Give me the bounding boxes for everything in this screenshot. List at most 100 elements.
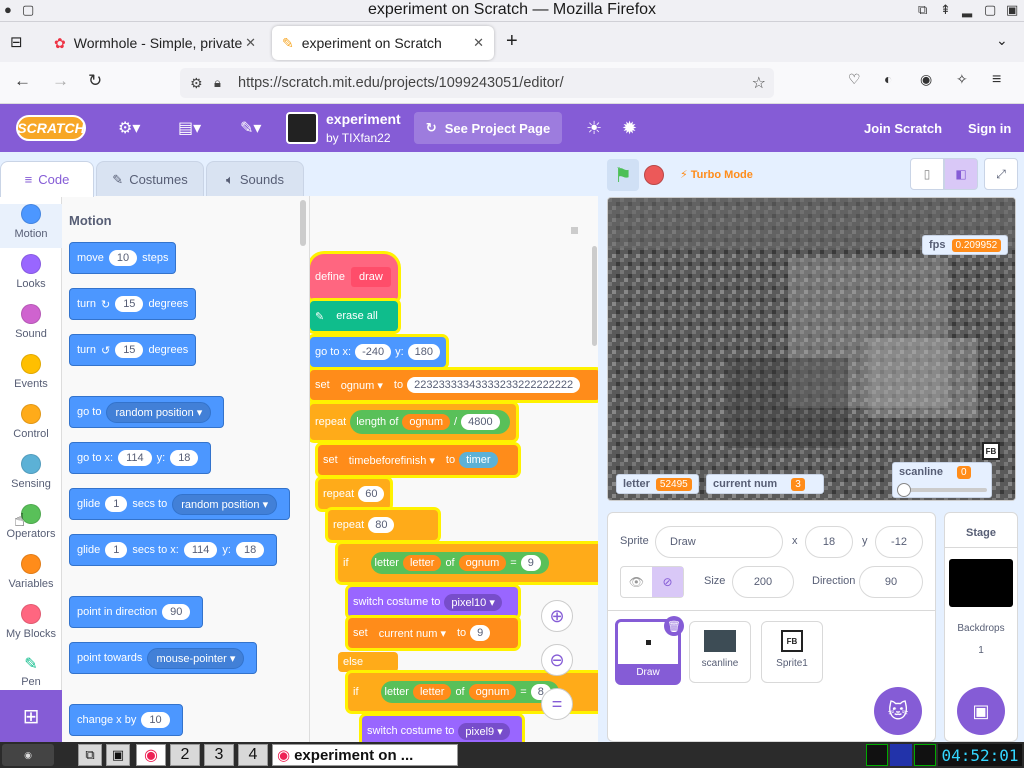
block-go-to[interactable]: go to random position ▾ xyxy=(69,396,225,428)
variable-dropdown[interactable]: ognum ▾ xyxy=(333,376,390,394)
timer-reporter[interactable]: timer xyxy=(459,452,498,468)
variable-dropdown[interactable]: current num ▾ xyxy=(371,624,453,642)
repeat-length-block[interactable]: repeat length of ognum/4800 xyxy=(310,404,516,440)
zoom-reset-button[interactable]: = xyxy=(541,688,573,720)
scanline-slider-thumb[interactable] xyxy=(897,483,911,497)
block-dropdown[interactable]: mouse-pointer ▾ xyxy=(147,647,245,669)
block-input[interactable]: 1 xyxy=(105,542,128,558)
block-input[interactable]: 22323333343333233222222222 xyxy=(407,377,581,393)
fps-monitor[interactable]: fps 0.209952 xyxy=(922,235,1009,255)
tab-costumes[interactable]: ✎ Costumes xyxy=(96,161,204,197)
category-variables[interactable]: Variables xyxy=(0,554,62,590)
category-pen[interactable]: ✎ Pen xyxy=(0,654,62,688)
window-minimize-icon[interactable]: ▂ xyxy=(962,2,972,18)
start-menu-icon[interactable]: ◉ xyxy=(2,744,54,766)
block-input[interactable]: 10 xyxy=(141,712,170,728)
debug-lightbulb-icon[interactable]: ☀ xyxy=(586,104,602,152)
category-motion[interactable]: Motion xyxy=(0,204,62,248)
block-input[interactable]: 4800 xyxy=(461,414,500,430)
backdrop-thumbnail[interactable] xyxy=(949,559,1013,607)
category-my-blocks[interactable]: My Blocks xyxy=(0,604,62,640)
switch-costume-pixel9-block[interactable]: switch costume to pixel9 ▾ xyxy=(362,716,522,742)
forward-icon[interactable]: → xyxy=(52,71,69,91)
window-close-icon[interactable]: ▣ xyxy=(1006,2,1018,18)
erase-all-block[interactable]: ✎ erase all xyxy=(310,301,398,331)
block-dropdown[interactable]: random position ▾ xyxy=(106,401,212,423)
sprite-name-field[interactable]: Draw xyxy=(655,526,783,558)
category-control[interactable]: Control xyxy=(0,404,62,440)
divide-operator[interactable]: length of ognum/4800 xyxy=(350,410,510,434)
zoom-out-button[interactable]: ⊖ xyxy=(541,644,573,676)
block-turn-right[interactable]: turn ↻ 15 degrees xyxy=(69,288,197,320)
window-shade-icon[interactable]: ⇞ xyxy=(940,2,951,18)
costume-dropdown[interactable]: pixel10 ▾ xyxy=(444,593,502,611)
current-num-monitor[interactable]: current num 3 xyxy=(706,474,824,494)
sprite-y-field[interactable]: -12 xyxy=(875,526,923,558)
category-events[interactable]: Events xyxy=(0,354,62,390)
variable-dropdown[interactable]: timebeforefinish ▾ xyxy=(341,451,442,469)
stop-button[interactable] xyxy=(644,165,664,185)
fb-sprite[interactable]: FB xyxy=(982,442,1000,460)
block-glide-to[interactable]: glide 1 secs to random position ▾ xyxy=(69,488,291,520)
join-scratch-link[interactable]: Join Scratch xyxy=(864,104,942,152)
block-input[interactable]: 60 xyxy=(358,486,385,502)
tab-list-icon[interactable]: ⊟ xyxy=(10,33,23,51)
block-dropdown[interactable]: random position ▾ xyxy=(172,493,278,515)
lock-icon[interactable]: 🔒︎ xyxy=(214,75,221,91)
window-maximize-icon[interactable]: ▢ xyxy=(984,2,996,18)
costume-dropdown[interactable]: pixel9 ▾ xyxy=(458,722,510,740)
project-title[interactable]: experiment xyxy=(326,111,401,127)
block-change-x[interactable]: change x by 10 xyxy=(69,704,183,736)
tab-close-icon[interactable]: ✕ xyxy=(473,35,484,51)
block-input[interactable]: 114 xyxy=(183,542,218,558)
script-scrollbar[interactable] xyxy=(592,246,597,346)
set-timebeforefinish-block[interactable]: set timebeforefinish ▾ to timer xyxy=(318,445,518,475)
see-project-page-button[interactable]: ↻ See Project Page xyxy=(414,112,562,144)
equals-operator[interactable]: letter letter of ognum = 9 xyxy=(370,552,549,574)
block-input[interactable]: 90 xyxy=(162,604,191,620)
window-restore-icon[interactable]: ⧉ xyxy=(918,2,927,18)
tab-overflow-chevron-icon[interactable]: ⌄ xyxy=(996,32,1008,49)
repeat-80-block[interactable]: repeat 80 xyxy=(328,510,438,540)
tab-scratch[interactable]: ✎ experiment on Scratch ✕ xyxy=(272,26,494,60)
tab-wormhole[interactable]: ✿ Wormhole - Simple, private ✕ xyxy=(44,26,266,60)
scratch-logo[interactable]: SCRATCH xyxy=(16,115,86,141)
normal-stage-button[interactable]: ◧ xyxy=(944,158,978,190)
variable-reporter[interactable]: ognum xyxy=(468,684,517,700)
sprite-size-field[interactable]: 200 xyxy=(732,566,794,598)
workspace-1[interactable]: ◉ xyxy=(136,744,166,766)
theme-icon[interactable]: ✹ xyxy=(622,104,637,152)
block-input[interactable]: 18 xyxy=(235,542,265,558)
category-sound[interactable]: Sound xyxy=(0,304,62,340)
category-looks[interactable]: Looks xyxy=(0,254,62,290)
block-input[interactable]: 9 xyxy=(520,555,541,571)
add-sprite-button[interactable]: 🐱︎ xyxy=(874,687,922,735)
workspace-2[interactable]: 2 xyxy=(170,744,200,766)
delete-sprite-icon[interactable]: 🗑︎ xyxy=(664,616,684,636)
block-input[interactable]: 15 xyxy=(115,296,144,312)
workspace-3[interactable]: 3 xyxy=(204,744,234,766)
block-point-towards[interactable]: point towards mouse-pointer ▾ xyxy=(69,642,258,674)
add-backdrop-button[interactable]: ▣ xyxy=(957,687,1005,735)
new-tab-icon[interactable]: + xyxy=(506,30,518,53)
tab-sounds[interactable]: 🔈︎ Sounds xyxy=(206,161,304,197)
block-input[interactable]: -240 xyxy=(355,344,392,360)
fullscreen-button[interactable]: ⤢ xyxy=(984,158,1018,190)
define-draw-block[interactable]: define draw xyxy=(310,254,398,300)
block-palette[interactable]: Motion move 10 steps turn ↻ 15 degrees turn ↺ 1… xyxy=(62,196,310,742)
go-to-xy-block[interactable]: go to x: -240 y: 180 xyxy=(310,337,446,367)
hide-eye-icon[interactable]: ⊘ xyxy=(652,567,683,597)
sprite-thumb-draw[interactable]: Draw 🗑︎ xyxy=(615,616,684,685)
account-icon[interactable]: ◉ xyxy=(920,71,932,88)
repeat-60-block[interactable]: repeat 60 xyxy=(318,479,390,509)
sprite-x-field[interactable]: 18 xyxy=(805,526,853,558)
url-bar[interactable]: ⚙ 🔒︎ https://scratch.mit.edu/projects/10… xyxy=(180,68,774,98)
scanline-slider-track[interactable] xyxy=(899,488,987,492)
green-flag-button[interactable]: ⚑ xyxy=(607,159,639,191)
stage-selector-pane[interactable]: Stage Backdrops 1 ▣ xyxy=(944,512,1018,742)
back-icon[interactable]: ← xyxy=(14,71,31,91)
sprite-direction-field[interactable]: 90 xyxy=(859,566,923,598)
sign-in-link[interactable]: Sign in xyxy=(968,104,1011,152)
file-menu-icon[interactable]: ▤▾ xyxy=(178,104,201,152)
settings-menu-icon[interactable]: ⚙▾ xyxy=(118,104,140,152)
